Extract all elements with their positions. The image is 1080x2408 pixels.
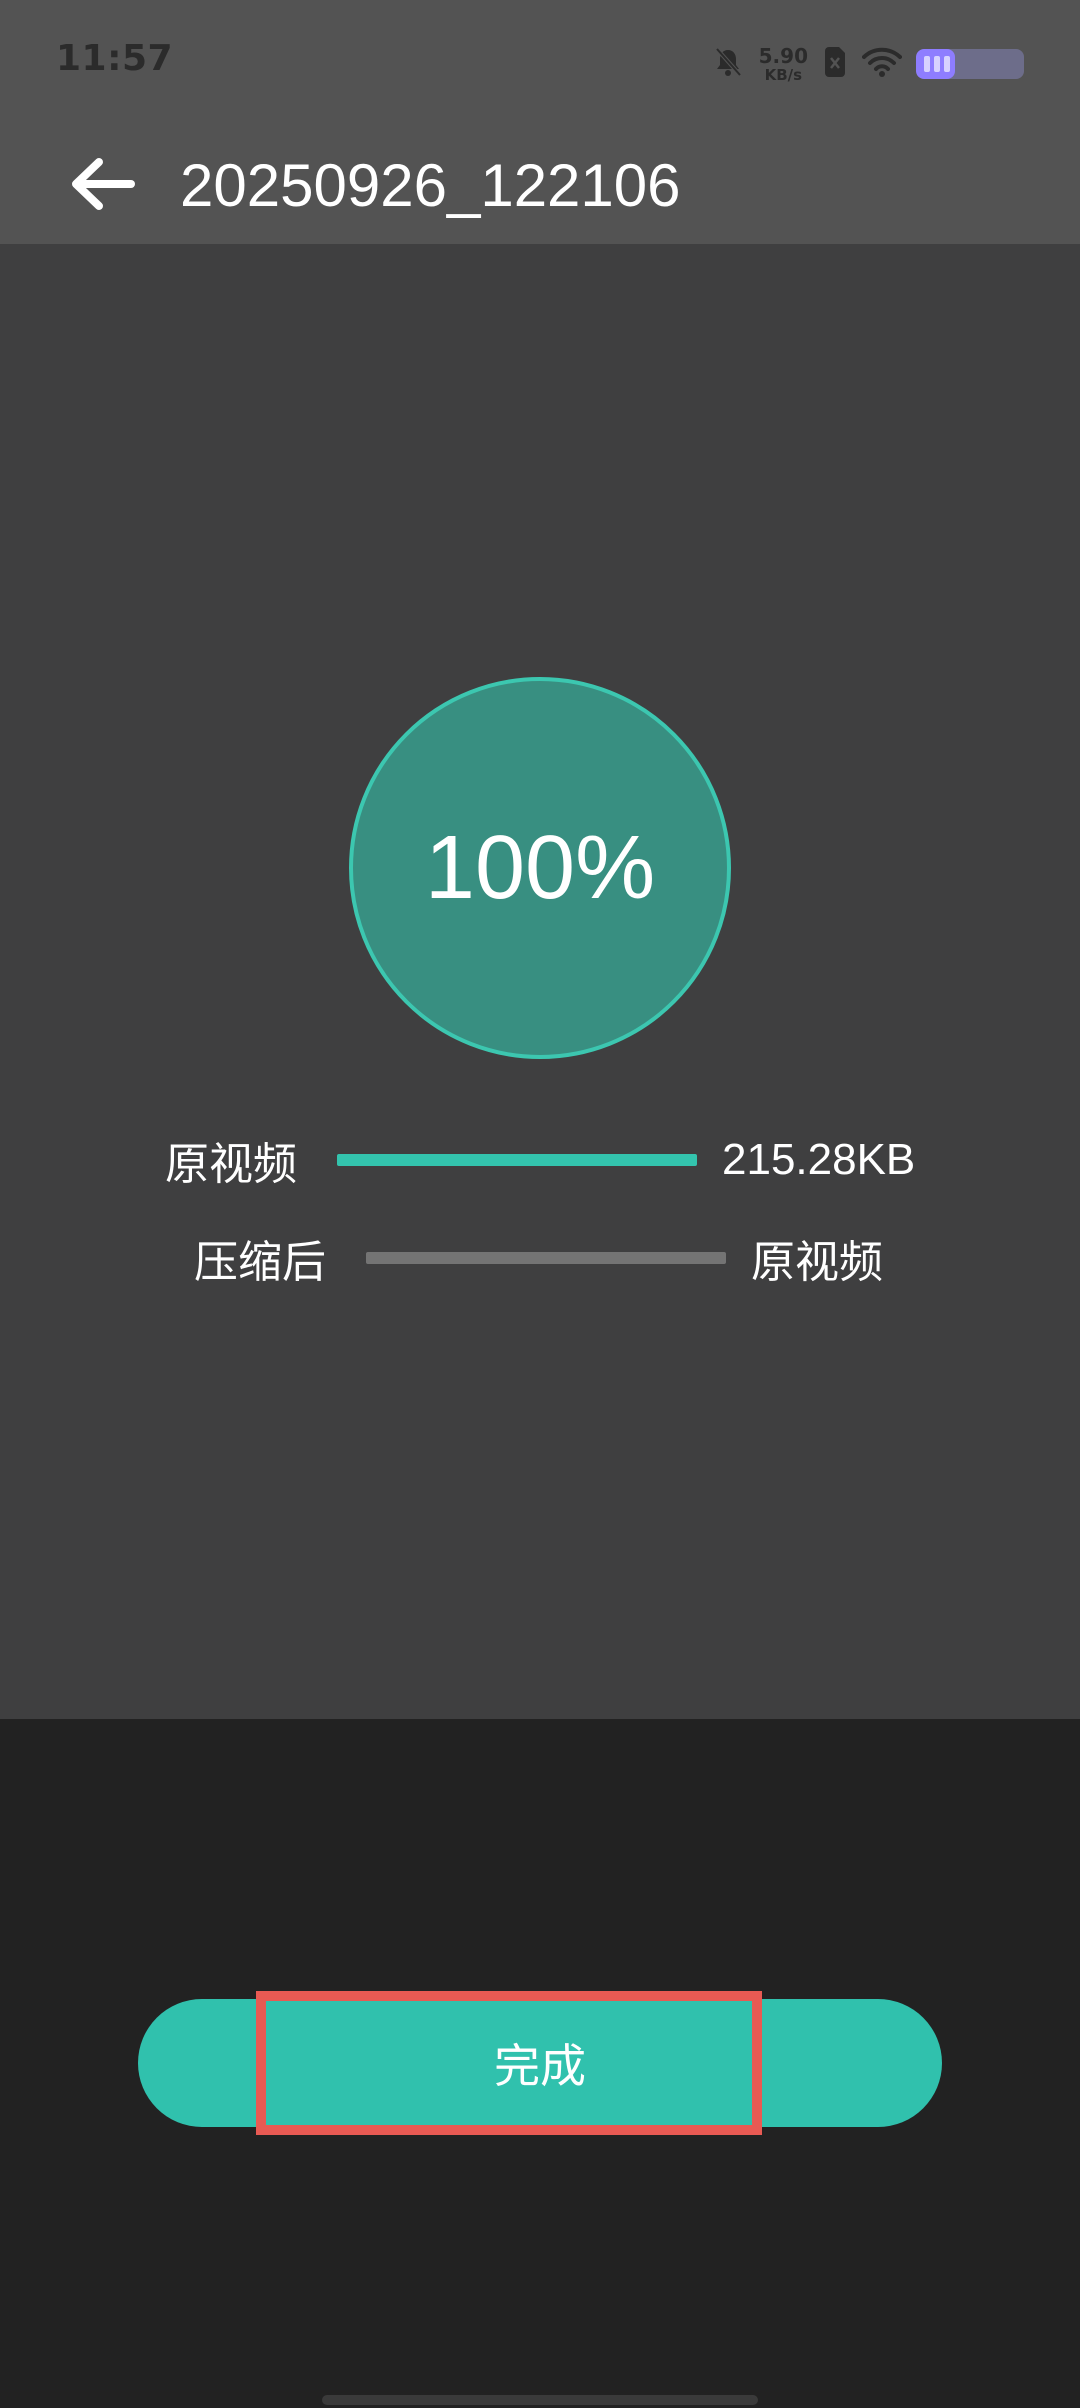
wifi-icon xyxy=(862,46,902,82)
compressed-size-value: 原视频 xyxy=(751,1238,883,1287)
progress-percent: 100% xyxy=(424,817,656,918)
compressed-size-row: 压缩后 原视频 xyxy=(194,1228,883,1288)
progress-circle: 100% xyxy=(349,677,731,1059)
compressed-label: 压缩后 xyxy=(194,1237,326,1288)
compressed-size-bar xyxy=(366,1252,726,1264)
back-button[interactable] xyxy=(60,142,144,226)
page-title: 20250926_122106 xyxy=(180,152,681,219)
status-icons: 5.90 KB/s xyxy=(711,44,1024,84)
done-button[interactable]: 完成 xyxy=(138,1999,942,2127)
mute-bell-icon xyxy=(711,45,745,83)
network-speed-value: 5.90 xyxy=(758,43,808,68)
compression-result-panel: 100% 原视频 215.28KB 压缩后 原视频 xyxy=(0,244,1080,1719)
battery-icon xyxy=(916,49,1024,79)
arrow-left-icon xyxy=(72,158,135,210)
original-size-row: 原视频 215.28KB xyxy=(165,1130,915,1190)
status-time: 11:57 xyxy=(56,38,174,79)
network-speed-unit: KB/s xyxy=(764,65,803,84)
toolbar: 20250926_122106 xyxy=(0,128,1080,244)
original-size-value: 215.28KB xyxy=(722,1135,916,1184)
done-button-label: 完成 xyxy=(494,2039,586,2093)
home-indicator[interactable] xyxy=(322,2395,758,2405)
network-speed: 5.90 KB/s xyxy=(759,46,808,83)
header-area: 11:57 5.90 KB/s 20250926_122106 xyxy=(0,0,1080,244)
status-bar: 11:57 5.90 KB/s xyxy=(0,0,1080,128)
action-area: 完成 xyxy=(0,1719,1080,2408)
original-size-bar xyxy=(337,1154,697,1166)
original-label: 原视频 xyxy=(165,1139,297,1190)
sim-off-icon xyxy=(822,46,848,82)
